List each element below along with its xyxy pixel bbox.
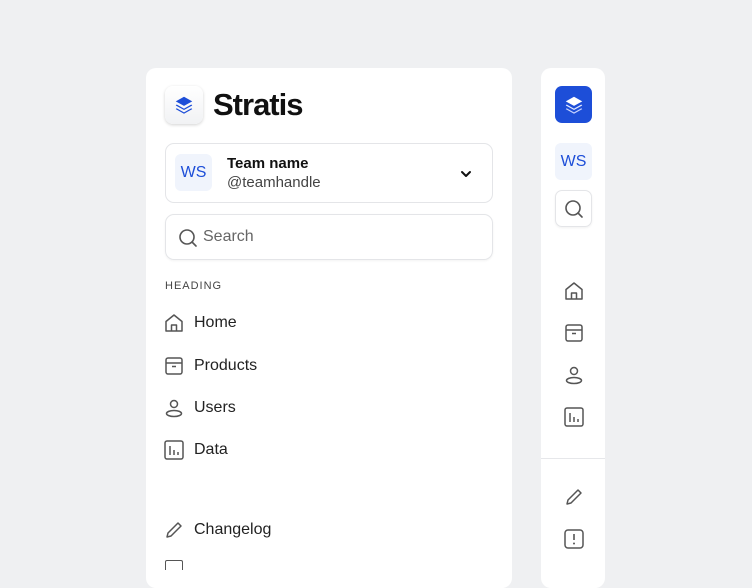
- search-input[interactable]: Search: [165, 214, 493, 260]
- home-icon: [564, 281, 583, 300]
- archive-icon: [165, 357, 183, 375]
- alert-icon: [563, 528, 584, 549]
- nav-item-partial-icon[interactable]: [165, 560, 183, 570]
- changelog-button[interactable]: [555, 478, 592, 515]
- nav-home-button[interactable]: [555, 272, 592, 309]
- team-name: Team name: [227, 155, 309, 172]
- nav-label: Home: [194, 314, 237, 331]
- sidebar-expanded: Stratis WS Team name @teamhandle Search …: [146, 68, 512, 588]
- pencil-icon: [565, 488, 582, 505]
- team-avatar: WS: [175, 154, 212, 191]
- chart-icon: [164, 440, 184, 460]
- home-icon: [165, 314, 183, 332]
- nav-item-products[interactable]: Products: [163, 354, 257, 378]
- nav-products-button[interactable]: [555, 314, 592, 351]
- nav-label: Data: [194, 441, 228, 458]
- sidebar-collapsed: WS: [541, 68, 605, 588]
- logo-icon: [555, 86, 592, 123]
- archive-icon: [564, 323, 583, 342]
- nav-item-users[interactable]: Users: [163, 396, 236, 420]
- search-icon: [179, 229, 197, 247]
- user-icon: [565, 366, 582, 384]
- chart-icon: [563, 406, 584, 427]
- nav-item-data[interactable]: Data: [163, 438, 228, 462]
- team-avatar[interactable]: WS: [555, 143, 592, 180]
- user-icon: [165, 399, 183, 418]
- nav-label: Changelog: [194, 521, 272, 538]
- search-icon: [564, 199, 583, 218]
- nav-heading: HEADING: [165, 280, 223, 292]
- pencil-icon: [166, 522, 182, 538]
- logo-icon: [165, 86, 203, 124]
- nav-label: Products: [194, 357, 258, 374]
- nav-users-button[interactable]: [555, 356, 592, 393]
- chevron-down-icon: [461, 171, 471, 177]
- nav-data-button[interactable]: [555, 398, 592, 435]
- nav-item-home[interactable]: Home: [163, 311, 237, 335]
- search-placeholder: Search: [203, 228, 254, 245]
- team-switcher[interactable]: WS Team name @teamhandle: [165, 143, 493, 203]
- nav-label: Users: [194, 399, 236, 416]
- brand-name: Stratis: [213, 87, 303, 122]
- search-button[interactable]: [555, 190, 592, 227]
- alert-button[interactable]: [555, 520, 592, 557]
- team-handle: @teamhandle: [227, 174, 321, 191]
- divider: [541, 458, 605, 459]
- nav-item-changelog[interactable]: Changelog: [163, 518, 271, 542]
